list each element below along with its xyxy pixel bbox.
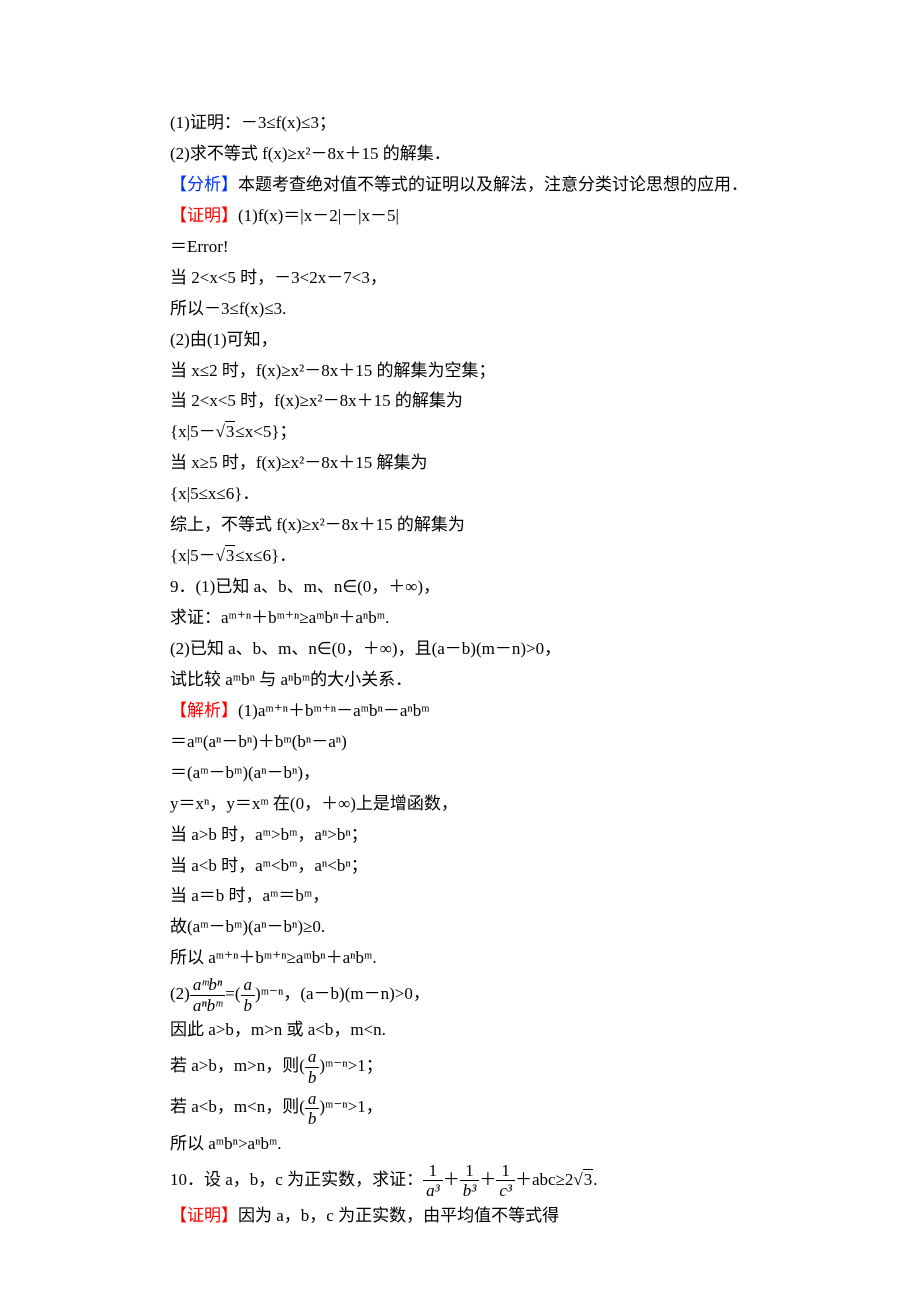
- text-line: 试比较 aᵐbⁿ 与 aⁿbᵐ的大小关系．: [170, 665, 770, 696]
- solution-label: 【解析】: [170, 701, 238, 720]
- text-line: 【证明】(1)f(x)＝|x－2|－|x－5|: [170, 201, 770, 232]
- text-line: {x|5－√3≤x<5}；: [170, 417, 770, 448]
- text-line: 【分析】本题考查绝对值不等式的证明以及解法，注意分类讨论思想的应用．: [170, 170, 770, 201]
- fraction: 1a³: [423, 1161, 443, 1201]
- text-line: 10．设 a，b，c 为正实数，求证：1a³＋1b³＋1c³＋abc≥2√3.: [170, 1160, 770, 1201]
- text-line: 综上，不等式 f(x)≥x²－8x＋15 的解集为: [170, 510, 770, 541]
- text-line: (1)证明：－3≤f(x)≤3；: [170, 108, 770, 139]
- text-line: {x|5－√3≤x≤6}．: [170, 541, 770, 572]
- sqrt-icon: √3: [216, 545, 236, 565]
- text-line: y＝xⁿ，y＝xᵐ 在(0，＋∞)上是增函数，: [170, 789, 770, 820]
- fraction: 1c³: [496, 1161, 515, 1201]
- sqrt-icon: √3: [216, 421, 236, 441]
- proof-label: 【证明】: [170, 206, 238, 225]
- text-line: 若 a>b，m>n，则(ab)ᵐ⁻ⁿ>1；: [170, 1046, 770, 1087]
- text-line: 所以 aᵐbⁿ>aⁿbᵐ.: [170, 1129, 770, 1160]
- text-line: 故(aᵐ－bᵐ)(aⁿ－bⁿ)≥0.: [170, 912, 770, 943]
- text-line: ＝(aᵐ－bᵐ)(aⁿ－bⁿ)，: [170, 758, 770, 789]
- text-line: 【解析】(1)aᵐ⁺ⁿ＋bᵐ⁺ⁿ－aᵐbⁿ－aⁿbᵐ: [170, 696, 770, 727]
- text-line: 当 2<x<5 时，f(x)≥x²－8x＋15 的解集为: [170, 386, 770, 417]
- text-line: 当 a<b 时，aᵐ<bᵐ，aⁿ<bⁿ；: [170, 851, 770, 882]
- text-line: 因此 a>b，m>n 或 a<b，m<n.: [170, 1015, 770, 1046]
- text-line: 当 x≤2 时，f(x)≥x²－8x＋15 的解集为空集；: [170, 356, 770, 387]
- fraction: ab: [305, 1089, 320, 1129]
- fraction: ab: [241, 975, 256, 1015]
- proof-label: 【证明】: [170, 1206, 238, 1225]
- text-line: (2)aᵐbⁿaⁿbᵐ=(ab)ᵐ⁻ⁿ，(a－b)(m－n)>0，: [170, 974, 770, 1015]
- text-line: {x|5≤x≤6}．: [170, 479, 770, 510]
- fraction: ab: [305, 1047, 320, 1087]
- text-line: (2)由(1)可知，: [170, 325, 770, 356]
- text-line: 当 2<x<5 时，－3<2x－7<3，: [170, 263, 770, 294]
- text-line: 求证：aᵐ⁺ⁿ＋bᵐ⁺ⁿ≥aᵐbⁿ＋aⁿbᵐ.: [170, 603, 770, 634]
- fraction: 1b³: [460, 1161, 480, 1201]
- analysis-label: 【分析】: [170, 175, 238, 194]
- text-line: ＝aᵐ(aⁿ－bⁿ)＋bᵐ(bⁿ－aⁿ): [170, 727, 770, 758]
- fraction: aᵐbⁿaⁿbᵐ: [190, 975, 225, 1015]
- text-line: 若 a<b，m<n，则(ab)ᵐ⁻ⁿ>1，: [170, 1087, 770, 1128]
- document-body: (1)证明：－3≤f(x)≤3； (2)求不等式 f(x)≥x²－8x＋15 的…: [0, 0, 770, 1232]
- text-line: 当 a＝b 时，aᵐ＝bᵐ，: [170, 881, 770, 912]
- text-line: 所以 aᵐ⁺ⁿ＋bᵐ⁺ⁿ≥aᵐbⁿ＋aⁿbᵐ.: [170, 943, 770, 974]
- text-line: 当 a>b 时，aᵐ>bᵐ，aⁿ>bⁿ；: [170, 820, 770, 851]
- text-line: (2)求不等式 f(x)≥x²－8x＋15 的解集．: [170, 139, 770, 170]
- text-line: (2)已知 a、b、m、n∈(0，＋∞)，且(a－b)(m－n)>0，: [170, 634, 770, 665]
- text-line: 9．(1)已知 a、b、m、n∈(0，＋∞)，: [170, 572, 770, 603]
- text-line: 当 x≥5 时，f(x)≥x²－8x＋15 解集为: [170, 448, 770, 479]
- text-line: ＝Error!: [170, 232, 770, 263]
- text-line: 所以－3≤f(x)≤3.: [170, 294, 770, 325]
- sqrt-icon: √3: [573, 1169, 593, 1189]
- text-line: 【证明】因为 a，b，c 为正实数，由平均值不等式得: [170, 1201, 770, 1232]
